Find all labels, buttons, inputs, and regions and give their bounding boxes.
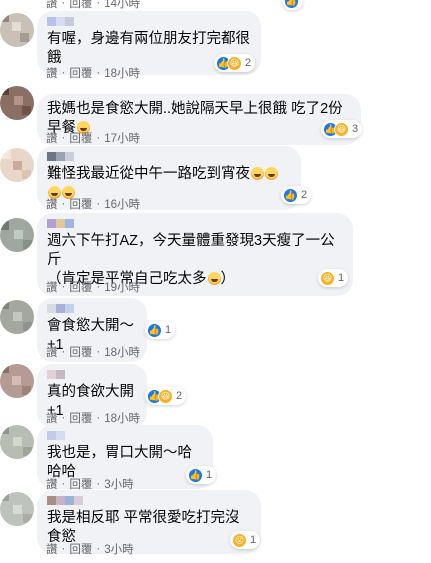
- reply-link[interactable]: 回覆: [69, 279, 92, 295]
- reaction-count: 1: [206, 469, 213, 481]
- comment-meta: 讚 · 回覆 · 18小時: [46, 344, 140, 360]
- haha-reaction-icon: 😆: [334, 121, 349, 137]
- like-link[interactable]: 讚: [46, 541, 58, 557]
- reply-link[interactable]: 回覆: [69, 0, 92, 11]
- like-link[interactable]: 讚: [46, 0, 58, 11]
- wow-reaction-icon: 😮: [232, 532, 247, 548]
- reaction-summary[interactable]: 👍 😆 2: [214, 54, 256, 72]
- reaction-summary[interactable]: 👍 😆 2: [145, 387, 187, 405]
- avatar[interactable]: [0, 13, 34, 47]
- like-link[interactable]: 讚: [46, 279, 58, 295]
- timestamp[interactable]: 16小時: [104, 196, 140, 212]
- like-link[interactable]: 讚: [46, 344, 58, 360]
- avatar[interactable]: [0, 492, 34, 526]
- laughing-emoji-icon: [265, 167, 278, 180]
- timestamp[interactable]: 18小時: [104, 410, 140, 426]
- avatar[interactable]: [0, 300, 34, 334]
- reaction-count: 2: [301, 189, 308, 201]
- comment-meta: 讚 · 回覆 · 18小時: [46, 65, 140, 81]
- comment-meta: 讚 · 回覆 · 19小時: [46, 279, 140, 295]
- reaction-summary[interactable]: 👍 2: [281, 186, 312, 204]
- reaction-count: 3: [352, 123, 359, 135]
- commenter-name-redacted[interactable]: [47, 219, 343, 229]
- reply-link[interactable]: 回覆: [69, 541, 92, 557]
- avatar[interactable]: [0, 218, 34, 252]
- haha-reaction-icon: 😆: [320, 270, 335, 286]
- timestamp[interactable]: 19小時: [104, 279, 140, 295]
- reaction-summary[interactable]: 😮 1: [230, 531, 261, 549]
- laughing-emoji-icon: [207, 272, 221, 285]
- reaction-summary[interactable]: 👍 😆 3: [321, 120, 363, 138]
- haha-reaction-icon: 😆: [227, 55, 242, 71]
- reply-link[interactable]: 回覆: [69, 344, 92, 360]
- avatar[interactable]: [0, 148, 34, 182]
- like-link[interactable]: 讚: [46, 65, 58, 81]
- timestamp[interactable]: 14小時: [104, 0, 140, 11]
- like-reaction-icon: 👍: [283, 187, 298, 203]
- avatar[interactable]: [0, 86, 34, 120]
- reply-link[interactable]: 回覆: [69, 65, 92, 81]
- timestamp[interactable]: 18小時: [104, 65, 140, 81]
- commenter-name-redacted[interactable]: [47, 496, 251, 506]
- reaction-count: 2: [176, 390, 183, 402]
- reaction-count: 1: [165, 324, 172, 336]
- reaction-summary[interactable]: 👍: [282, 0, 303, 10]
- like-link[interactable]: 讚: [46, 130, 58, 146]
- reaction-count: 1: [250, 534, 257, 546]
- comment-meta: 讚 · 回覆 · 3小時: [46, 541, 134, 557]
- reply-link[interactable]: 回覆: [69, 196, 92, 212]
- reaction-summary[interactable]: 👍 1: [186, 466, 217, 484]
- timestamp[interactable]: 17小時: [104, 130, 140, 146]
- avatar[interactable]: [0, 364, 34, 398]
- comment-meta: 讚 · 回覆 · 14小時: [46, 0, 140, 11]
- commenter-name-redacted[interactable]: [47, 304, 137, 314]
- timestamp[interactable]: 18小時: [104, 344, 140, 360]
- timestamp[interactable]: 3小時: [104, 541, 133, 557]
- reply-link[interactable]: 回覆: [69, 410, 92, 426]
- comment-text: 難怪我最近從中午一路吃到宵夜: [47, 166, 250, 182]
- commenter-name-redacted[interactable]: [47, 17, 251, 27]
- comment-meta: 讚 · 回覆 · 18小時: [46, 410, 140, 426]
- avatar[interactable]: [0, 425, 34, 459]
- like-link[interactable]: 讚: [46, 196, 58, 212]
- reaction-count: 1: [338, 272, 345, 284]
- laughing-emoji-icon: [251, 167, 264, 180]
- commenter-name-redacted[interactable]: [47, 152, 291, 162]
- haha-reaction-icon: 😆: [158, 388, 173, 404]
- commenter-name-redacted[interactable]: [47, 370, 137, 380]
- commenter-name-redacted[interactable]: [47, 431, 203, 441]
- reaction-summary[interactable]: 😆 1: [318, 269, 349, 287]
- comment-text-tail: ）: [220, 271, 236, 287]
- reply-link[interactable]: 回覆: [69, 130, 92, 146]
- like-reaction-icon: 👍: [188, 467, 203, 483]
- like-reaction-icon: 👍: [147, 322, 162, 338]
- like-reaction-icon: 👍: [284, 0, 299, 9]
- comment-meta: 讚 · 回覆 · 16小時: [46, 196, 140, 212]
- reaction-count: 2: [245, 57, 252, 69]
- like-link[interactable]: 讚: [46, 410, 58, 426]
- reaction-summary[interactable]: 👍 1: [145, 321, 176, 339]
- comment-meta: 讚 · 回覆 · 17小時: [46, 130, 140, 146]
